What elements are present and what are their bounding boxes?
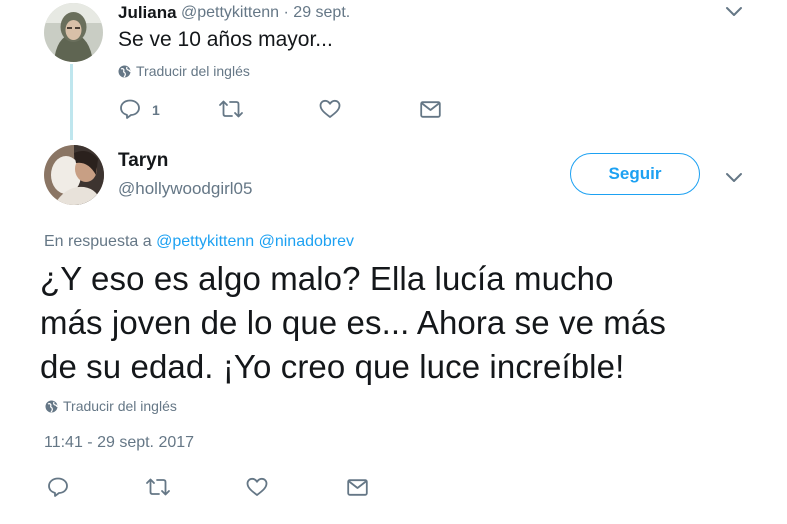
thread-connector-line	[70, 64, 73, 140]
main-translate[interactable]: Traducir del inglés	[45, 398, 177, 414]
mention-link[interactable]: @pettykittenn	[156, 233, 254, 250]
reply-dm-button[interactable]	[420, 101, 441, 118]
reply-text: Se ve 10 años mayor...	[118, 28, 333, 51]
main-menu-chevron[interactable]	[725, 172, 743, 184]
follow-button[interactable]: Seguir	[570, 153, 700, 195]
envelope-icon	[420, 101, 441, 118]
main-translate-label: Traducir del inglés	[63, 398, 177, 414]
reply-icon	[120, 99, 140, 119]
main-tweet-text-line: ¿Y eso es algo malo? Ella lucía mucho	[40, 260, 614, 297]
mention-link[interactable]: @ninadobrev	[259, 233, 354, 250]
globe-icon	[118, 65, 131, 77]
main-tweet-text-line: más joven de lo que es... Ahora se ve má…	[40, 304, 666, 341]
envelope-icon	[347, 479, 368, 496]
chevron-down-icon	[726, 7, 742, 16]
heart-icon	[319, 99, 341, 118]
reply-translate-label: Traducir del inglés	[136, 63, 250, 79]
main-display-name[interactable]: Taryn	[118, 150, 168, 172]
reply-retweet-button[interactable]	[218, 100, 244, 118]
tweet-timestamp[interactable]: 11:41 - 29 sept. 2017	[44, 434, 194, 452]
avatar-juliana[interactable]	[44, 3, 103, 62]
reply-prefix-label: En respuesta a	[44, 233, 152, 250]
reply-count: 1	[152, 102, 160, 118]
user-avatar-icon	[44, 3, 103, 62]
user-avatar-icon	[44, 145, 104, 205]
chevron-down-icon	[726, 173, 742, 182]
reply-reply-button[interactable]	[119, 99, 141, 119]
globe-icon	[45, 400, 58, 412]
reply-display-name[interactable]: Juliana	[118, 3, 177, 23]
in-reply-to: En respuesta a @pettykittenn @ninadobrev	[44, 233, 354, 251]
main-dm-button[interactable]	[347, 479, 368, 496]
reply-menu-chevron[interactable]	[725, 6, 743, 18]
reply-like-button[interactable]	[319, 99, 341, 119]
retweet-icon	[219, 100, 243, 118]
reply-handle-date[interactable]: @pettykittenn · 29 sept.	[181, 4, 350, 22]
main-like-button[interactable]	[246, 477, 268, 497]
reply-icon	[48, 477, 68, 497]
main-tweet-text: ¿Y eso es algo malo? Ella lucía mucho má…	[40, 257, 775, 389]
main-handle[interactable]: @hollywoodgirl05	[118, 179, 252, 199]
reply-translate[interactable]: Traducir del inglés	[118, 63, 250, 79]
avatar-taryn[interactable]	[44, 145, 104, 205]
main-reply-button[interactable]	[47, 477, 69, 497]
heart-icon	[246, 477, 268, 496]
retweet-icon	[146, 478, 170, 496]
main-retweet-button[interactable]	[145, 478, 171, 496]
main-tweet-text-line: de su edad. ¡Yo creo que luce increíble!	[40, 348, 625, 385]
